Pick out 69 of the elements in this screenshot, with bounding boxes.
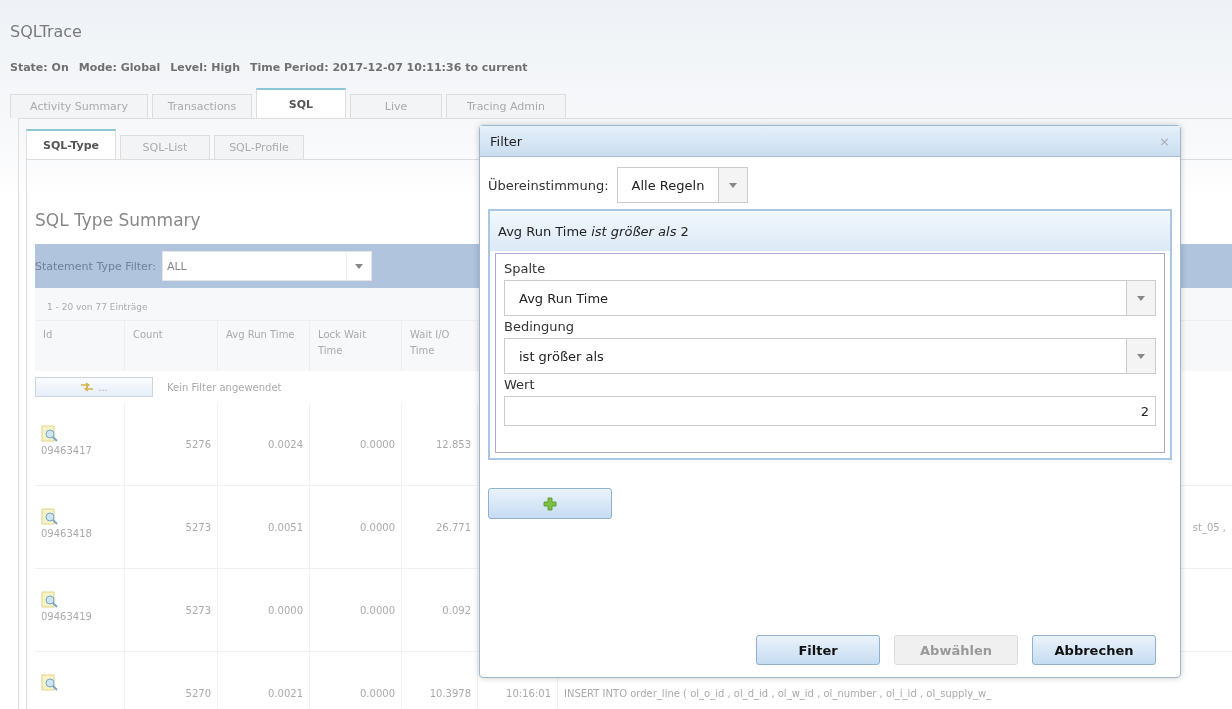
filter-arrows-icon (80, 382, 95, 392)
dropdown-field[interactable]: Avg Run Time (504, 280, 1156, 316)
field-label: Wert (504, 377, 536, 392)
table-cell: 0.0051 (268, 521, 303, 533)
filter-label: Statement Type Filter: (35, 259, 156, 273)
dialog-button[interactable]: Filter (756, 635, 880, 665)
column-header[interactable]: Id (35, 321, 125, 371)
table-cell: 10.3978 (429, 687, 471, 699)
document-search-icon[interactable] (41, 425, 59, 443)
table-cell: 0.0000 (268, 604, 303, 616)
match-label: Übereinstimmung: (488, 177, 609, 193)
dialog-button[interactable]: Abbrechen (1032, 635, 1156, 665)
table-cell: 12.853 (436, 438, 471, 450)
caret-down-icon (354, 263, 363, 269)
table-cell: 0.0021 (268, 687, 303, 699)
table-cell: 0.0000 (360, 604, 395, 616)
input-field[interactable]: 2 (504, 396, 1156, 426)
table-cell: 10:16:01 (506, 687, 551, 699)
column-header[interactable]: Wait I/O Time (402, 321, 478, 371)
table-cell: 0.0000 (360, 438, 395, 450)
document-search-icon[interactable] (41, 508, 59, 526)
table-cell: 5273 (185, 604, 211, 616)
table-cell: 0.0000 (360, 687, 395, 699)
dialog-title: Filter (490, 133, 523, 149)
field-label: Spalte (504, 261, 547, 276)
filter-status: Kein Filter angewendet (167, 381, 282, 393)
status-text: Mode: Global (78, 61, 161, 74)
caret-down-icon (1137, 353, 1145, 359)
column-header[interactable]: Avg Run Time (218, 321, 310, 371)
tab[interactable]: SQL-List (120, 135, 210, 159)
tab[interactable]: SQL-Type (26, 129, 116, 159)
dropdown-field[interactable]: ALL (161, 251, 372, 281)
table-cell: 5276 (185, 438, 211, 450)
tab[interactable]: Tracing Admin (446, 94, 566, 118)
table-cell-text: 09463419 (41, 611, 93, 622)
app-title: SQLTrace (10, 22, 83, 41)
add-rule-button[interactable] (488, 488, 612, 519)
tab[interactable]: SQL-Profile (214, 135, 304, 159)
section-title: SQL Type Summary (35, 210, 201, 230)
field-label: Bedingung (504, 319, 575, 334)
tab[interactable]: Activity Summary (10, 94, 148, 118)
column-header[interactable]: Count (125, 321, 218, 371)
tab[interactable]: Transactions (152, 94, 252, 118)
sql-text: st_05 , (1192, 521, 1226, 533)
table-cell: 0.092 (442, 604, 471, 616)
document-search-icon[interactable] (41, 591, 59, 609)
status-text: State: On (10, 61, 69, 74)
dropdown-field[interactable]: ist größer als (504, 338, 1156, 374)
document-search-icon[interactable] (41, 674, 59, 692)
table-cell: 5273 (185, 521, 211, 533)
tab[interactable]: SQL (256, 88, 346, 118)
sql-text: INSERT INTO order_line ( ol_o_id , ol_d_id , ol_w_id , ol_number , ol_i_id , ol_supply_w_ (564, 687, 992, 699)
filter-button[interactable]: ... (35, 377, 153, 397)
rule-summary[interactable]: Avg Run Time ist größer als 2 (490, 211, 1170, 251)
tab[interactable]: Live (350, 94, 442, 118)
close-button[interactable]: × (1159, 133, 1170, 149)
caret-down-icon (729, 182, 738, 188)
table-cell-text: 09463417 (41, 445, 93, 456)
status-text: Time Period: 2017-12-07 10:11:36 to current (250, 61, 528, 74)
table-cell-text: 09463418 (41, 528, 93, 539)
caret-down-icon (1137, 295, 1145, 301)
table-cell: 0.0000 (360, 521, 395, 533)
table-cell: 0.0024 (268, 438, 303, 450)
table-cell: 26.771 (436, 521, 471, 533)
status-text: Level: High (170, 61, 240, 74)
plus-icon (543, 496, 557, 511)
table-cell: 5270 (185, 687, 211, 699)
dropdown-field[interactable]: Alle Regeln (616, 167, 749, 203)
column-header[interactable]: Lock Wait Time (310, 321, 402, 371)
